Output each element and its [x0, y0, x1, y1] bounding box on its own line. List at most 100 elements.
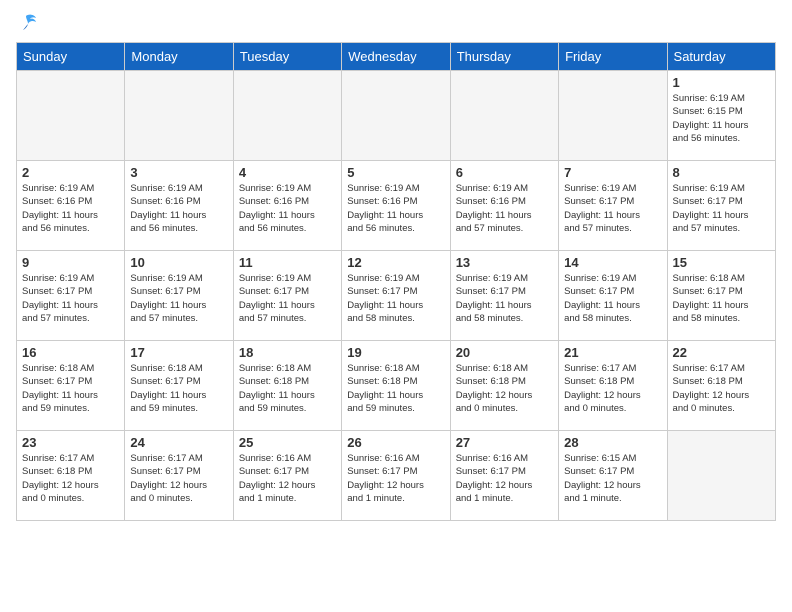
calendar-cell: 28 Sunrise: 6:15 AM Sunset: 6:17 PM Dayli… [559, 431, 667, 521]
day-info: Sunrise: 6:15 AM Sunset: 6:17 PM Dayligh… [564, 452, 661, 505]
day-number: 13 [456, 255, 553, 270]
calendar-cell: 17 Sunrise: 6:18 AM Sunset: 6:17 PM Dayli… [125, 341, 233, 431]
day-info: Sunrise: 6:19 AM Sunset: 6:16 PM Dayligh… [22, 182, 119, 235]
day-number: 15 [673, 255, 770, 270]
calendar-cell: 1 Sunrise: 6:19 AM Sunset: 6:15 PM Daylig… [667, 71, 775, 161]
day-number: 6 [456, 165, 553, 180]
day-number: 2 [22, 165, 119, 180]
calendar-cell: 14 Sunrise: 6:19 AM Sunset: 6:17 PM Dayli… [559, 251, 667, 341]
day-number: 1 [673, 75, 770, 90]
day-number: 28 [564, 435, 661, 450]
day-number: 9 [22, 255, 119, 270]
day-info: Sunrise: 6:17 AM Sunset: 6:18 PM Dayligh… [673, 362, 770, 415]
day-info: Sunrise: 6:19 AM Sunset: 6:17 PM Dayligh… [456, 272, 553, 325]
calendar-table: SundayMondayTuesdayWednesdayThursdayFrid… [16, 42, 776, 521]
weekday-header-monday: Monday [125, 43, 233, 71]
day-info: Sunrise: 6:19 AM Sunset: 6:15 PM Dayligh… [673, 92, 770, 145]
day-number: 26 [347, 435, 444, 450]
calendar-cell: 21 Sunrise: 6:17 AM Sunset: 6:18 PM Dayli… [559, 341, 667, 431]
weekday-header-wednesday: Wednesday [342, 43, 450, 71]
day-info: Sunrise: 6:16 AM Sunset: 6:17 PM Dayligh… [347, 452, 444, 505]
day-info: Sunrise: 6:19 AM Sunset: 6:17 PM Dayligh… [130, 272, 227, 325]
day-number: 8 [673, 165, 770, 180]
day-info: Sunrise: 6:18 AM Sunset: 6:17 PM Dayligh… [22, 362, 119, 415]
day-number: 16 [22, 345, 119, 360]
day-info: Sunrise: 6:16 AM Sunset: 6:17 PM Dayligh… [456, 452, 553, 505]
calendar-cell [17, 71, 125, 161]
day-info: Sunrise: 6:18 AM Sunset: 6:18 PM Dayligh… [347, 362, 444, 415]
day-number: 12 [347, 255, 444, 270]
calendar-cell: 20 Sunrise: 6:18 AM Sunset: 6:18 PM Dayli… [450, 341, 558, 431]
calendar-cell [125, 71, 233, 161]
calendar-cell: 26 Sunrise: 6:16 AM Sunset: 6:17 PM Dayli… [342, 431, 450, 521]
calendar-cell: 12 Sunrise: 6:19 AM Sunset: 6:17 PM Dayli… [342, 251, 450, 341]
weekday-header-friday: Friday [559, 43, 667, 71]
day-info: Sunrise: 6:19 AM Sunset: 6:17 PM Dayligh… [239, 272, 336, 325]
day-info: Sunrise: 6:19 AM Sunset: 6:17 PM Dayligh… [564, 272, 661, 325]
calendar-cell: 22 Sunrise: 6:17 AM Sunset: 6:18 PM Dayli… [667, 341, 775, 431]
calendar-cell [450, 71, 558, 161]
day-info: Sunrise: 6:16 AM Sunset: 6:17 PM Dayligh… [239, 452, 336, 505]
calendar-cell: 13 Sunrise: 6:19 AM Sunset: 6:17 PM Dayli… [450, 251, 558, 341]
day-info: Sunrise: 6:19 AM Sunset: 6:17 PM Dayligh… [22, 272, 119, 325]
calendar-cell: 23 Sunrise: 6:17 AM Sunset: 6:18 PM Dayli… [17, 431, 125, 521]
day-info: Sunrise: 6:19 AM Sunset: 6:16 PM Dayligh… [239, 182, 336, 235]
weekday-header-saturday: Saturday [667, 43, 775, 71]
day-number: 10 [130, 255, 227, 270]
day-number: 20 [456, 345, 553, 360]
calendar-cell: 10 Sunrise: 6:19 AM Sunset: 6:17 PM Dayli… [125, 251, 233, 341]
day-info: Sunrise: 6:17 AM Sunset: 6:18 PM Dayligh… [22, 452, 119, 505]
logo-bird-icon [18, 12, 40, 34]
day-info: Sunrise: 6:18 AM Sunset: 6:17 PM Dayligh… [673, 272, 770, 325]
calendar-cell: 2 Sunrise: 6:19 AM Sunset: 6:16 PM Daylig… [17, 161, 125, 251]
day-info: Sunrise: 6:19 AM Sunset: 6:16 PM Dayligh… [347, 182, 444, 235]
day-info: Sunrise: 6:19 AM Sunset: 6:16 PM Dayligh… [456, 182, 553, 235]
calendar-cell [667, 431, 775, 521]
calendar-cell: 5 Sunrise: 6:19 AM Sunset: 6:16 PM Daylig… [342, 161, 450, 251]
calendar-cell: 16 Sunrise: 6:18 AM Sunset: 6:17 PM Dayli… [17, 341, 125, 431]
calendar-cell: 11 Sunrise: 6:19 AM Sunset: 6:17 PM Dayli… [233, 251, 341, 341]
day-number: 22 [673, 345, 770, 360]
day-info: Sunrise: 6:17 AM Sunset: 6:18 PM Dayligh… [564, 362, 661, 415]
day-number: 19 [347, 345, 444, 360]
calendar-cell [559, 71, 667, 161]
calendar-cell [342, 71, 450, 161]
day-number: 23 [22, 435, 119, 450]
day-number: 5 [347, 165, 444, 180]
day-number: 7 [564, 165, 661, 180]
day-number: 21 [564, 345, 661, 360]
day-info: Sunrise: 6:19 AM Sunset: 6:17 PM Dayligh… [564, 182, 661, 235]
day-info: Sunrise: 6:19 AM Sunset: 6:17 PM Dayligh… [347, 272, 444, 325]
day-number: 3 [130, 165, 227, 180]
day-number: 18 [239, 345, 336, 360]
calendar-cell: 24Sunrise: 6:17 AM Sunset: 6:17 PM Dayli… [125, 431, 233, 521]
day-number: 14 [564, 255, 661, 270]
day-info: Sunrise: 6:19 AM Sunset: 6:16 PM Dayligh… [130, 182, 227, 235]
calendar-cell: 19 Sunrise: 6:18 AM Sunset: 6:18 PM Dayli… [342, 341, 450, 431]
day-number: 27 [456, 435, 553, 450]
calendar-cell: 15 Sunrise: 6:18 AM Sunset: 6:17 PM Dayli… [667, 251, 775, 341]
calendar-cell: 7 Sunrise: 6:19 AM Sunset: 6:17 PM Daylig… [559, 161, 667, 251]
logo [16, 16, 40, 34]
day-number: 25 [239, 435, 336, 450]
day-info: Sunrise: 6:18 AM Sunset: 6:18 PM Dayligh… [456, 362, 553, 415]
day-number: 11 [239, 255, 336, 270]
calendar-cell: 4Sunrise: 6:19 AM Sunset: 6:16 PM Daylig… [233, 161, 341, 251]
calendar-cell: 18 Sunrise: 6:18 AM Sunset: 6:18 PM Dayli… [233, 341, 341, 431]
calendar-cell: 27 Sunrise: 6:16 AM Sunset: 6:17 PM Dayli… [450, 431, 558, 521]
calendar-cell: 3 Sunrise: 6:19 AM Sunset: 6:16 PM Daylig… [125, 161, 233, 251]
calendar-cell [233, 71, 341, 161]
day-info: Sunrise: 6:18 AM Sunset: 6:17 PM Dayligh… [130, 362, 227, 415]
calendar-cell: 25 Sunrise: 6:16 AM Sunset: 6:17 PM Dayli… [233, 431, 341, 521]
day-number: 24 [130, 435, 227, 450]
day-number: 17 [130, 345, 227, 360]
page-header [16, 16, 776, 34]
weekday-header-tuesday: Tuesday [233, 43, 341, 71]
day-info: Sunrise: 6:19 AM Sunset: 6:17 PM Dayligh… [673, 182, 770, 235]
day-info: Sunrise: 6:18 AM Sunset: 6:18 PM Dayligh… [239, 362, 336, 415]
weekday-header-sunday: Sunday [17, 43, 125, 71]
weekday-header-thursday: Thursday [450, 43, 558, 71]
calendar-cell: 8 Sunrise: 6:19 AM Sunset: 6:17 PM Daylig… [667, 161, 775, 251]
calendar-cell: 9 Sunrise: 6:19 AM Sunset: 6:17 PM Daylig… [17, 251, 125, 341]
calendar-cell: 6 Sunrise: 6:19 AM Sunset: 6:16 PM Daylig… [450, 161, 558, 251]
